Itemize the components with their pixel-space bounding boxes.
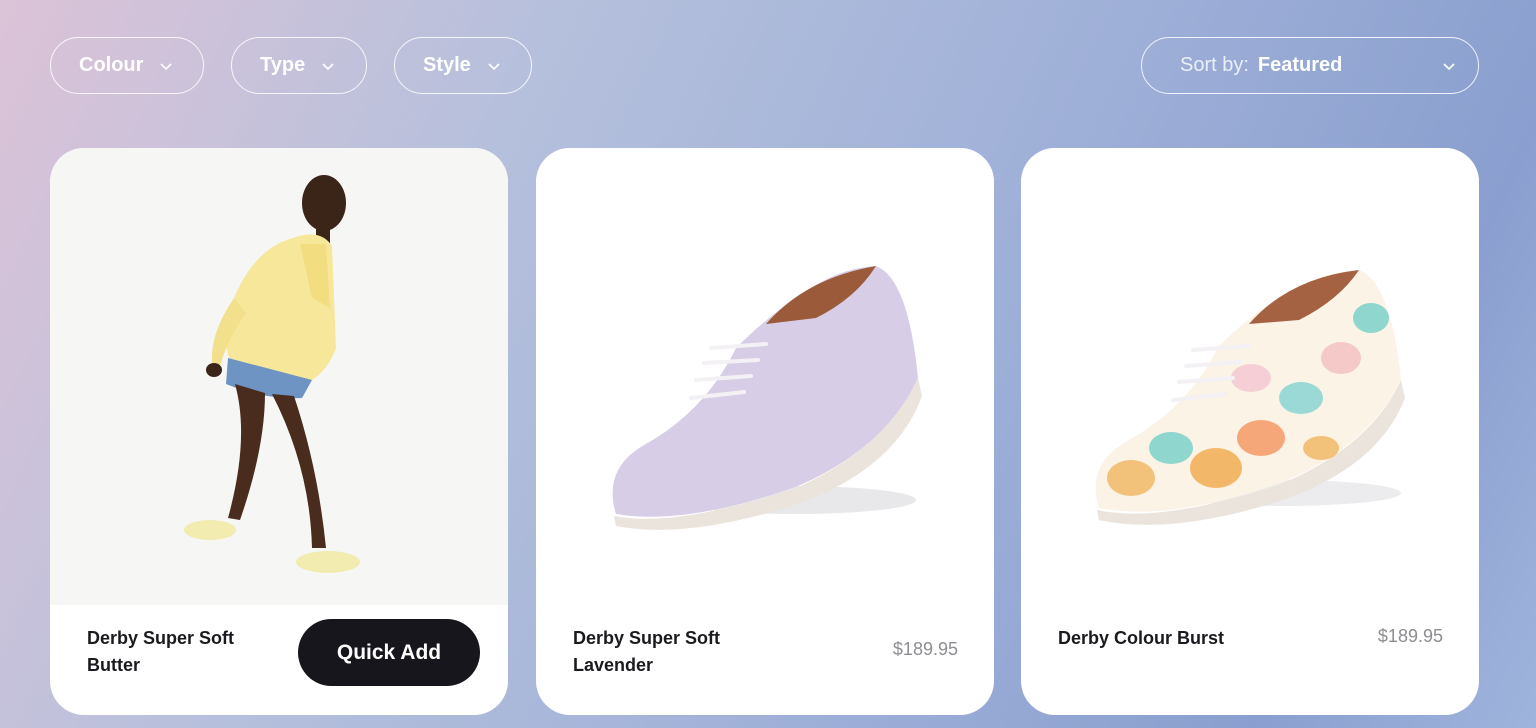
sort-value-label: Featured [1257,54,1343,76]
quick-add-button[interactable]: Quick Add [298,619,480,686]
sort-prefix-label: Sort by: [1180,54,1249,76]
chevron-down-icon [488,62,500,70]
product-price: $189.95 [892,639,958,659]
style-filter-label: Style [423,54,471,76]
chevron-down-icon [160,62,173,70]
chevron-down-icon [322,62,334,70]
product-image[interactable] [536,148,994,605]
product-name[interactable]: Derby Super Soft Butter [87,625,277,679]
product-name[interactable]: Derby Colour Burst [1058,625,1248,652]
model-wearing-yellow-derby-shoes-image [50,148,508,605]
chevron-down-icon [1443,63,1455,71]
colour-filter-label: Colour [79,54,144,76]
product-card[interactable]: Derby Super Soft Lavender $189.95 [536,148,994,715]
colour-filter-dropdown[interactable]: Colour [50,37,204,94]
sort-dropdown[interactable]: Sort by: Featured [1141,37,1479,94]
product-card[interactable]: Derby Super Soft Butter Quick Add [50,148,508,715]
product-image[interactable] [50,148,508,605]
type-filter-label: Type [260,54,306,76]
type-filter-dropdown[interactable]: Type [231,37,367,94]
product-image[interactable] [1021,148,1479,605]
style-filter-dropdown[interactable]: Style [394,37,532,94]
product-price: $189.95 [1377,626,1443,646]
lavender-derby-shoe-image [536,148,994,605]
product-card[interactable]: Derby Colour Burst $189.95 [1021,148,1479,715]
watercolour-derby-shoe-image [1021,148,1479,605]
product-name[interactable]: Derby Super Soft Lavender [573,625,763,679]
filter-bar: Colour Type Style Sort by: Featured [0,0,1536,130]
